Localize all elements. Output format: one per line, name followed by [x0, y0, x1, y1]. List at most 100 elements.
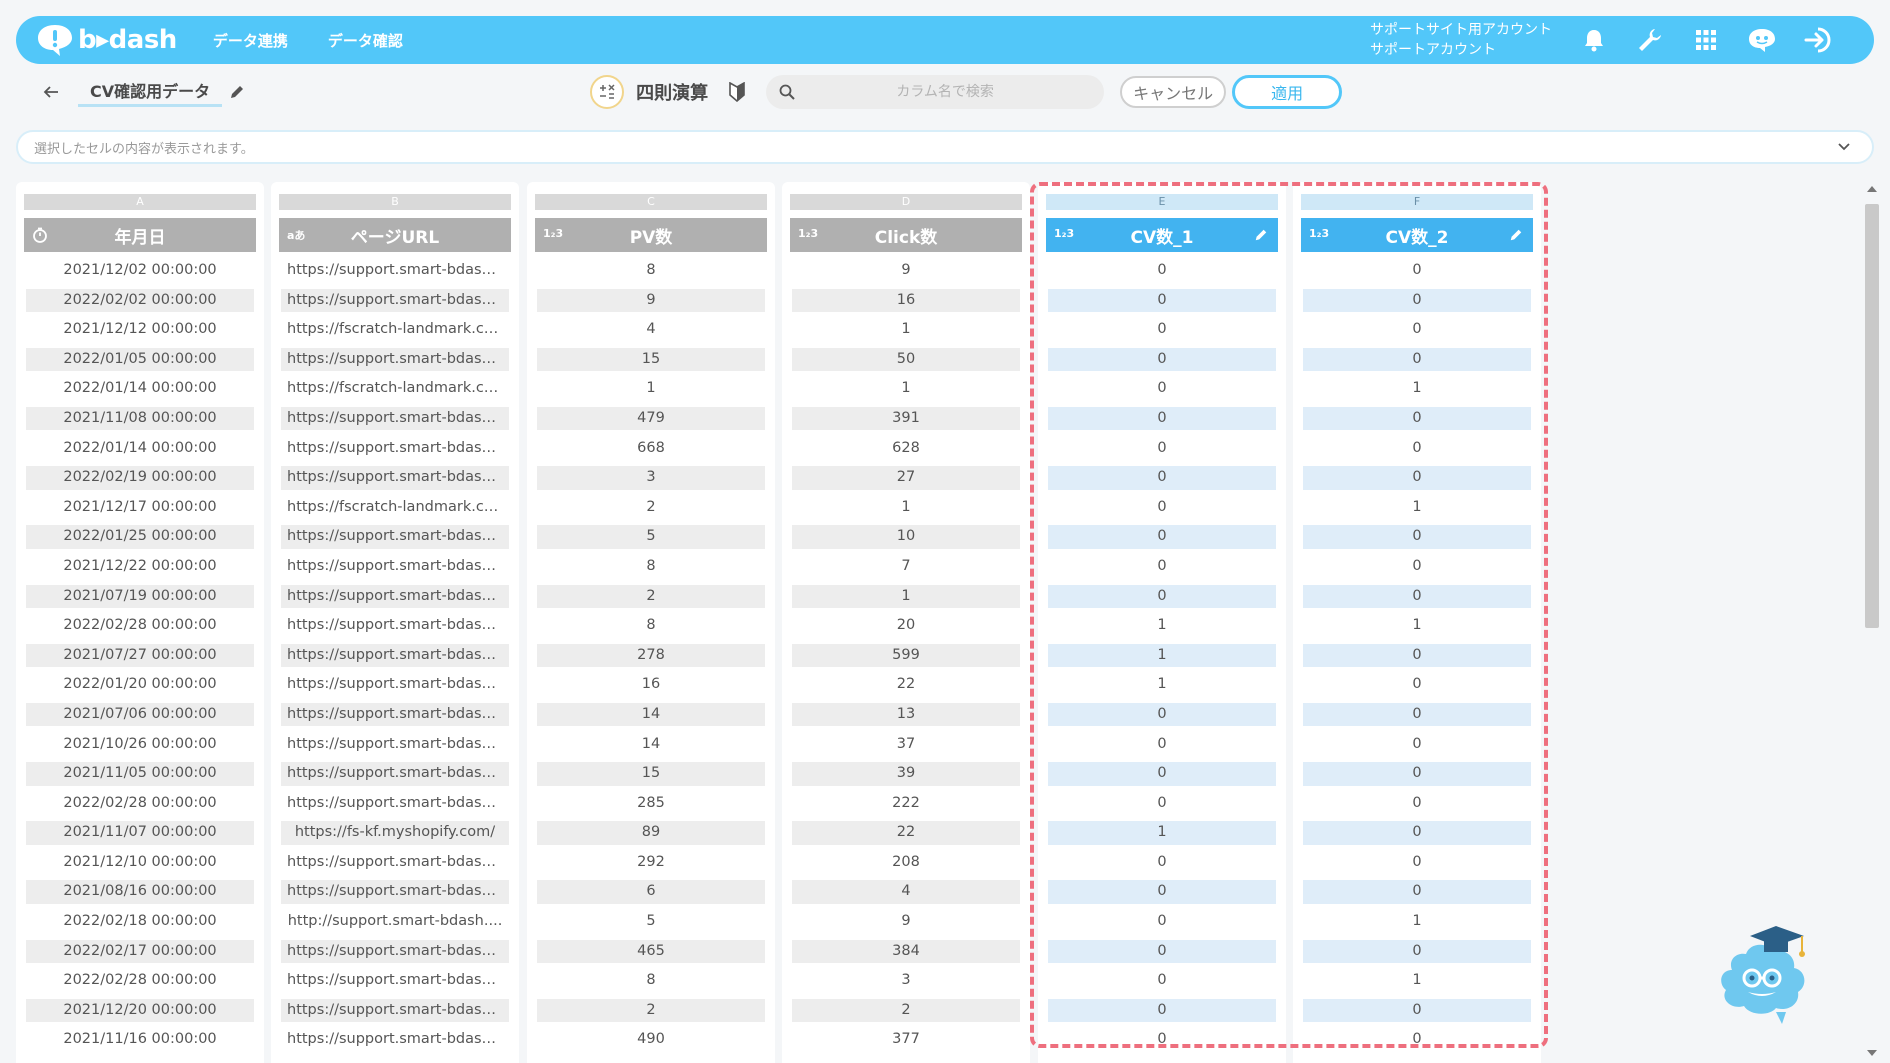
- table-cell[interactable]: 2021/07/19 00:00:00: [26, 584, 254, 609]
- table-cell[interactable]: 3: [792, 969, 1020, 993]
- table-cell[interactable]: https://support.smart-bdash...: [281, 702, 509, 727]
- table-cell[interactable]: 0: [1048, 880, 1276, 904]
- logout-icon[interactable]: [1796, 18, 1840, 62]
- edit-pencil-icon[interactable]: [1507, 226, 1525, 244]
- table-cell[interactable]: 0: [1303, 1028, 1531, 1052]
- table-cell[interactable]: 2022/02/18 00:00:00: [26, 910, 254, 934]
- table-cell[interactable]: 2: [792, 998, 1020, 1023]
- table-cell[interactable]: 0: [1048, 555, 1276, 579]
- column-letter[interactable]: E: [1046, 194, 1278, 210]
- table-cell[interactable]: 0: [1048, 910, 1276, 934]
- table-cell[interactable]: 0: [1303, 733, 1531, 757]
- table-cell[interactable]: 0: [1303, 673, 1531, 697]
- table-cell[interactable]: 1: [792, 496, 1020, 520]
- chevron-down-icon[interactable]: [1834, 137, 1854, 157]
- table-cell[interactable]: https://support.smart-bdash...: [281, 437, 509, 461]
- bdash-logo[interactable]: b▸dash: [36, 23, 177, 57]
- table-cell[interactable]: 0: [1303, 525, 1531, 549]
- table-cell[interactable]: 377: [792, 1028, 1020, 1052]
- table-cell[interactable]: https://support.smart-bdash...: [281, 406, 509, 431]
- table-cell[interactable]: 1: [792, 377, 1020, 401]
- table-cell[interactable]: 1: [792, 584, 1020, 609]
- table-cell[interactable]: 0: [1303, 643, 1531, 668]
- table-cell[interactable]: 0: [1303, 762, 1531, 786]
- table-cell[interactable]: https://support.smart-bdash...: [281, 969, 509, 993]
- table-cell[interactable]: 8: [537, 614, 765, 638]
- nav-data-check[interactable]: データ確認: [328, 30, 403, 51]
- apply-button[interactable]: 適用: [1232, 75, 1343, 109]
- table-cell[interactable]: https://support.smart-bdash...: [281, 733, 509, 757]
- table-cell[interactable]: 0: [1048, 377, 1276, 401]
- scrollbar-thumb[interactable]: [1865, 204, 1879, 628]
- table-cell[interactable]: 0: [1048, 288, 1276, 313]
- table-cell[interactable]: 0: [1303, 406, 1531, 431]
- table-cell[interactable]: 1: [1303, 910, 1531, 934]
- table-cell[interactable]: 2022/02/28 00:00:00: [26, 969, 254, 993]
- table-cell[interactable]: 668: [537, 437, 765, 461]
- table-cell[interactable]: 27: [792, 466, 1020, 490]
- table-cell[interactable]: 0: [1303, 851, 1531, 875]
- table-cell[interactable]: http://support.smart-bdash....: [281, 910, 509, 934]
- table-cell[interactable]: 2021/12/10 00:00:00: [26, 851, 254, 875]
- table-cell[interactable]: 0: [1303, 821, 1531, 845]
- table-cell[interactable]: 2022/02/28 00:00:00: [26, 792, 254, 816]
- table-cell[interactable]: 5: [537, 910, 765, 934]
- table-cell[interactable]: 391: [792, 406, 1020, 431]
- table-cell[interactable]: https://support.smart-bdash...: [281, 851, 509, 875]
- table-cell[interactable]: 0: [1048, 762, 1276, 786]
- table-cell[interactable]: 2022/02/02 00:00:00: [26, 288, 254, 313]
- table-cell[interactable]: 14: [537, 733, 765, 757]
- table-cell[interactable]: 2021/08/16 00:00:00: [26, 880, 254, 904]
- table-cell[interactable]: 0: [1303, 347, 1531, 372]
- column-letter[interactable]: A: [24, 194, 256, 210]
- table-cell[interactable]: 628: [792, 437, 1020, 461]
- table-cell[interactable]: 2021/12/02 00:00:00: [26, 259, 254, 283]
- table-cell[interactable]: 2021/10/26 00:00:00: [26, 733, 254, 757]
- dataset-title[interactable]: CV確認用データ: [78, 78, 223, 107]
- table-cell[interactable]: 1: [1303, 969, 1531, 993]
- table-cell[interactable]: 0: [1048, 969, 1276, 993]
- table-cell[interactable]: 0: [1303, 584, 1531, 609]
- table-cell[interactable]: 2022/01/14 00:00:00: [26, 377, 254, 401]
- table-cell[interactable]: 9: [537, 288, 765, 313]
- column-header[interactable]: 1₂3 CV数_1: [1046, 218, 1278, 252]
- table-cell[interactable]: 2022/01/05 00:00:00: [26, 347, 254, 372]
- table-cell[interactable]: 2021/12/22 00:00:00: [26, 555, 254, 579]
- table-cell[interactable]: 8: [537, 969, 765, 993]
- table-cell[interactable]: 0: [1048, 998, 1276, 1023]
- table-cell[interactable]: 292: [537, 851, 765, 875]
- table-cell[interactable]: 490: [537, 1028, 765, 1052]
- table-cell[interactable]: 9: [792, 910, 1020, 934]
- table-cell[interactable]: https://support.smart-bdash...: [281, 998, 509, 1023]
- column-letter[interactable]: D: [790, 194, 1022, 210]
- table-cell[interactable]: 285: [537, 792, 765, 816]
- table-cell[interactable]: https://fscratch-landmark.co...: [281, 496, 509, 520]
- table-cell[interactable]: https://support.smart-bdash...: [281, 643, 509, 668]
- cancel-button[interactable]: キャンセル: [1120, 76, 1227, 108]
- table-cell[interactable]: 39: [792, 762, 1020, 786]
- table-cell[interactable]: 1: [1303, 614, 1531, 638]
- column-header[interactable]: 1₂3 PV数: [535, 218, 767, 252]
- scroll-down-arrow-icon[interactable]: [1866, 1048, 1878, 1058]
- table-cell[interactable]: 0: [1303, 880, 1531, 904]
- table-cell[interactable]: https://fs-kf.myshopify.com/: [281, 821, 509, 845]
- table-cell[interactable]: 2022/02/19 00:00:00: [26, 466, 254, 490]
- table-cell[interactable]: 20: [792, 614, 1020, 638]
- table-cell[interactable]: 465: [537, 939, 765, 964]
- table-cell[interactable]: https://support.smart-bdash...: [281, 939, 509, 964]
- table-cell[interactable]: 15: [537, 762, 765, 786]
- table-cell[interactable]: 1: [537, 377, 765, 401]
- table-cell[interactable]: 0: [1048, 406, 1276, 431]
- table-cell[interactable]: 5: [537, 525, 765, 549]
- table-cell[interactable]: 2021/11/16 00:00:00: [26, 1028, 254, 1052]
- table-cell[interactable]: 0: [1303, 288, 1531, 313]
- table-cell[interactable]: 22: [792, 673, 1020, 697]
- table-cell[interactable]: 2: [537, 584, 765, 609]
- table-cell[interactable]: https://support.smart-bdash...: [281, 259, 509, 283]
- table-cell[interactable]: 1: [1048, 821, 1276, 845]
- table-cell[interactable]: 2022/01/14 00:00:00: [26, 437, 254, 461]
- column-header[interactable]: 1₂3 CV数_2: [1301, 218, 1533, 252]
- table-cell[interactable]: https://fscratch-landmark.co...: [281, 377, 509, 401]
- table-cell[interactable]: 8: [537, 259, 765, 283]
- table-cell[interactable]: https://support.smart-bdash...: [281, 880, 509, 904]
